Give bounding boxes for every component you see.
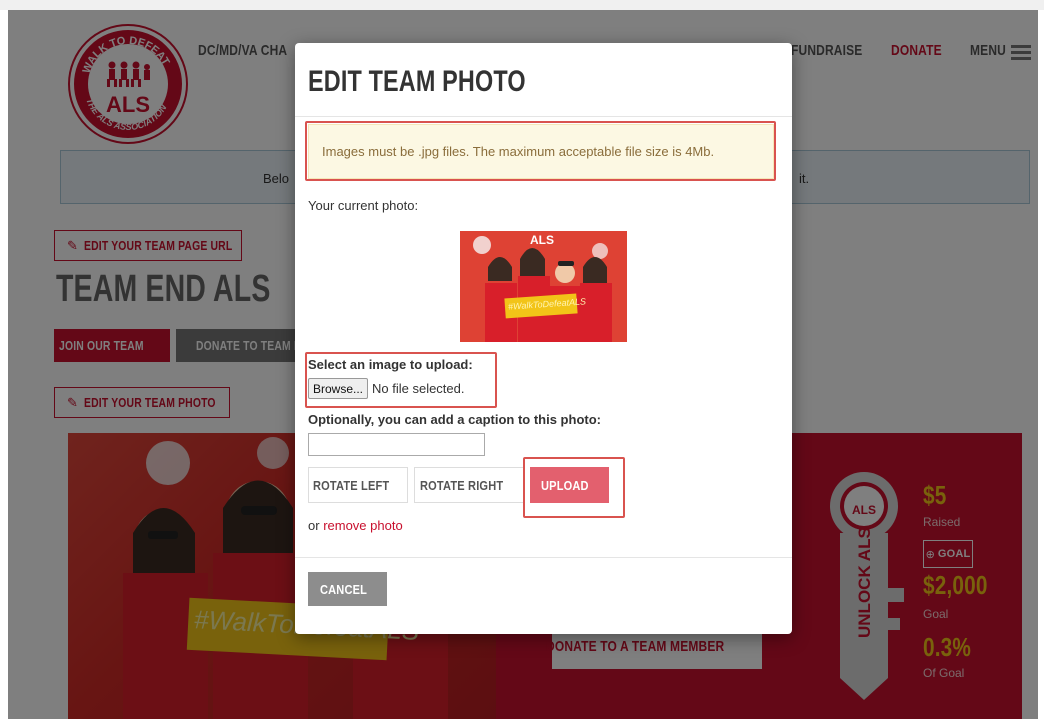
current-photo-label: Your current photo: [308,198,419,213]
caption-input[interactable] [308,433,485,456]
modal-divider [295,116,792,117]
or-text: or [308,518,320,533]
upload-button-highlight [523,457,625,518]
modal-title: EDIT TEAM PHOTO [308,65,526,98]
browser-top-strip [0,0,1044,10]
edit-team-photo-modal: EDIT TEAM PHOTO Images must be .jpg file… [295,43,792,634]
thumbnail-illustration [460,231,627,342]
rotate-right-button[interactable]: ROTATE RIGHT [414,467,524,503]
modal-footer-divider [295,557,792,558]
thumb-als-badge: ALS [530,233,554,247]
caption-label: Optionally, you can add a caption to thi… [308,412,601,427]
rotate-left-button[interactable]: ROTATE LEFT [308,467,408,503]
alert-highlight-box [305,121,776,181]
upload-highlight-box [305,352,497,408]
cancel-button[interactable]: CANCEL [308,572,387,606]
browser-frame: WALK TO DEFEAT THE ALS ASSOCIATION ALS [0,0,1044,719]
current-photo-thumbnail: #WalkToDefeatALS ALS [460,231,627,342]
remove-photo-line: or remove photo [308,518,403,533]
remove-photo-link[interactable]: remove photo [323,518,403,533]
